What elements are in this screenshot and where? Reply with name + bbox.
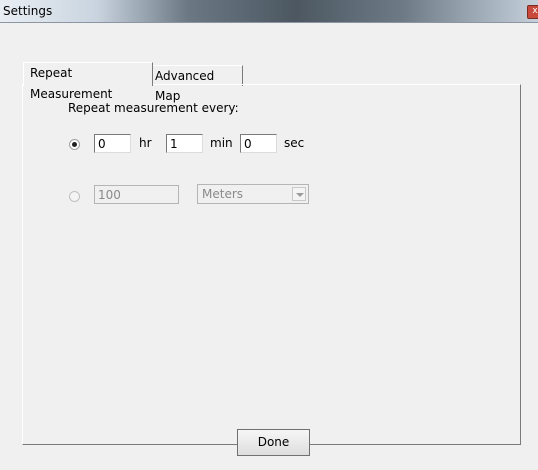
chevron-down-icon[interactable] — [292, 187, 306, 201]
hours-field[interactable] — [94, 134, 131, 153]
minutes-unit-label: min — [210, 136, 233, 150]
distance-interval-radio[interactable] — [69, 191, 80, 202]
hours-unit-label: hr — [139, 136, 152, 150]
time-interval-radio[interactable] — [69, 139, 80, 150]
minutes-field[interactable] — [166, 134, 203, 153]
distance-unit-select[interactable]: Meters — [197, 184, 309, 204]
distance-field[interactable] — [94, 185, 179, 204]
close-icon[interactable]: x — [527, 5, 538, 19]
title-bar: Settings x — [0, 0, 538, 23]
settings-window: Repeat Measurement Advanced Map Repeat m… — [0, 23, 538, 470]
done-button[interactable]: Done — [237, 429, 310, 456]
window-title: Settings — [3, 4, 53, 18]
seconds-field[interactable] — [240, 134, 277, 153]
tab-repeat-measurement[interactable]: Repeat Measurement — [23, 62, 153, 101]
seconds-unit-label: sec — [284, 136, 305, 150]
distance-unit-value: Meters — [202, 187, 244, 201]
tab-advanced-map[interactable]: Advanced Map — [150, 65, 243, 103]
